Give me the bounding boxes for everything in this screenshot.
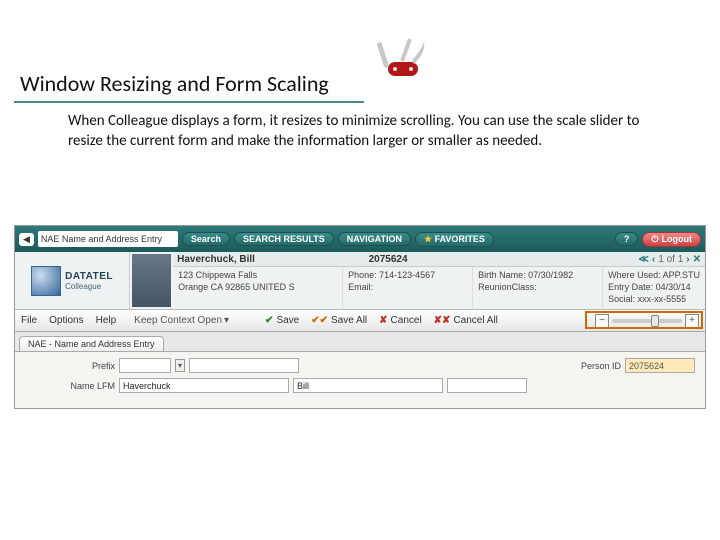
favorites-button[interactable]: ★ FAVORITES [415, 232, 494, 247]
personid-label: Person ID [581, 361, 621, 371]
prefix-label: Prefix [25, 361, 115, 371]
person-name: Haverchuck, Bill [173, 254, 343, 265]
last-name-input[interactable]: Haverchuck [119, 378, 289, 393]
cancel-all-button[interactable]: ✘✘Cancel All [434, 315, 498, 326]
email-label: Email: [348, 282, 373, 292]
social-value: xxx-xx-5555 [638, 294, 687, 304]
pager-next-icon[interactable]: › [686, 254, 689, 265]
pager-text: 1 of 1 [658, 254, 683, 265]
back-button[interactable]: ◀ [19, 233, 34, 246]
person-photo [132, 254, 171, 307]
check-all-icon: ✔✔ [311, 315, 328, 326]
power-icon: ⏻ [651, 234, 658, 245]
entry-label: Entry Date: [608, 282, 653, 292]
scale-slider[interactable]: − + [595, 314, 699, 328]
name-lfm-label: Name LFM [25, 381, 115, 391]
save-all-button[interactable]: ✔✔Save All [311, 315, 367, 326]
cancel-button[interactable]: ✘Cancel [379, 315, 422, 326]
form-search-text: NAE Name and Address Entry [41, 234, 162, 244]
personid-display: 2075624 [625, 358, 695, 373]
logout-button[interactable]: ⏻Logout [642, 232, 701, 247]
prefix-input[interactable] [119, 358, 171, 373]
pager-prev-icon[interactable]: ‹ [652, 254, 655, 265]
swiss-army-knife-icon [370, 34, 430, 104]
app-topbar: ◀ NAE Name and Address Entry Search SEAR… [15, 226, 705, 252]
form-search-input[interactable]: NAE Name and Address Entry [38, 231, 178, 247]
caret-left-icon: ◀ [23, 234, 30, 245]
form-tabbar: NAE - Name and Address Entry [15, 332, 705, 352]
slider-thumb[interactable] [651, 315, 659, 327]
zoom-out-button[interactable]: − [595, 314, 609, 328]
menu-file[interactable]: File [21, 315, 37, 326]
check-icon: ✔ [265, 315, 273, 326]
where-value: APP.STU [663, 270, 700, 280]
colleague-app-screenshot: ◀ NAE Name and Address Entry Search SEAR… [14, 225, 706, 409]
slide-body-text: When Colleague displays a form, it resiz… [62, 105, 674, 158]
record-pager[interactable]: ≪ ‹ 1 of 1 › ✕ [433, 254, 705, 265]
prefix-desc-input[interactable] [189, 358, 299, 373]
menu-help[interactable]: Help [96, 315, 117, 326]
prefix-dropdown-icon[interactable]: ▾ [175, 359, 185, 372]
where-label: Where Used: [608, 270, 661, 280]
x-icon: ✘ [379, 315, 387, 326]
pager-first-icon[interactable]: ≪ [638, 254, 648, 265]
menubar: File Options Help Keep Context Open ▾ ✔S… [15, 310, 705, 332]
search-button[interactable]: Search [182, 232, 230, 246]
form-area: Prefix ▾ Person ID 2075624 Name LFM Have… [15, 352, 705, 408]
address-line2: Orange CA 92865 UNITED S [178, 282, 337, 292]
brand-name: DATATEL [65, 271, 113, 282]
x-all-icon: ✘✘ [434, 315, 451, 326]
form-tab-nae[interactable]: NAE - Name and Address Entry [19, 336, 164, 351]
first-name-input[interactable]: Bill [293, 378, 443, 393]
product-name: Colleague [65, 282, 113, 291]
slider-track[interactable] [612, 319, 682, 323]
save-button[interactable]: ✔Save [265, 315, 299, 326]
address-line1: 123 Chippewa Falls [178, 270, 337, 280]
navigation-button[interactable]: NAVIGATION [338, 232, 411, 246]
keep-context-open-toggle[interactable]: Keep Context Open ▾ [134, 315, 229, 326]
person-id: 2075624 [343, 254, 433, 265]
entry-value: 04/30/14 [656, 282, 691, 292]
phone-value: 714-123-4567 [379, 270, 435, 280]
star-icon: ★ [424, 234, 432, 244]
search-results-button[interactable]: SEARCH RESULTS [234, 232, 334, 246]
social-label: Social: [608, 294, 635, 304]
zoom-in-button[interactable]: + [685, 314, 699, 328]
birth-label: Birth Name: [478, 270, 526, 280]
brand-logo: DATATEL Colleague [15, 252, 130, 309]
birth-value: 07/30/1982 [528, 270, 573, 280]
menu-options[interactable]: Options [49, 315, 83, 326]
datatel-logo-icon [31, 266, 61, 296]
phone-label: Phone: [348, 270, 377, 280]
slide-title: Window Resizing and Form Scaling [14, 68, 364, 101]
context-area: DATATEL Colleague Haverchuck, Bill 20756… [15, 252, 705, 310]
help-button[interactable]: ? [615, 232, 639, 246]
chevron-down-icon: ▾ [224, 315, 229, 326]
reunion-label: ReunionClass: [478, 282, 537, 292]
pager-close-icon[interactable]: ✕ [693, 254, 701, 265]
middle-name-input[interactable] [447, 378, 527, 393]
